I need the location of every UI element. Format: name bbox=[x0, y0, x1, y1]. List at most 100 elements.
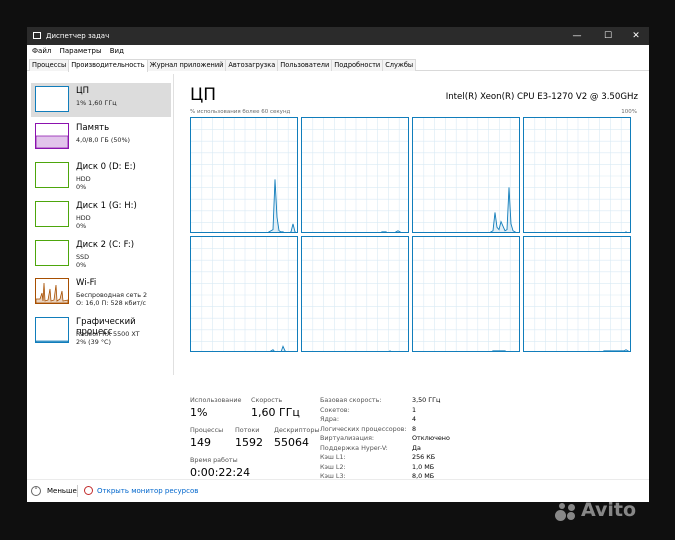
sidebar-item-detail: 4,0/8,0 ГБ (50%) bbox=[76, 136, 131, 144]
core-2-usage-graph bbox=[412, 117, 520, 233]
tab-users[interactable]: Пользователи bbox=[277, 59, 333, 71]
spec-value: 4 bbox=[412, 415, 417, 423]
tab-details[interactable]: Подробности bbox=[331, 59, 384, 71]
disk-2-thumbnail-graph bbox=[35, 240, 69, 266]
sidebar-item-detail: Беспроводная сеть 2 bbox=[76, 291, 148, 299]
sidebar-item-disk-2[interactable]: Диск 2 (C: F:) SSD 0% bbox=[31, 237, 171, 271]
graph-max-label: 100% bbox=[621, 109, 637, 115]
spec-value: 1,0 МБ bbox=[412, 462, 435, 471]
sidebar-item-detail: HDD bbox=[76, 175, 91, 183]
footer-divider bbox=[77, 485, 78, 497]
core-usage-area bbox=[625, 231, 627, 232]
sidebar-item-usage: О: 16,0 П: 528 кбит/с bbox=[76, 299, 147, 307]
cpu-detail-panel: ЦП Intel(R) Xeon(R) CPU E3-1270 V2 @ 3.5… bbox=[185, 71, 649, 481]
tab-app-history[interactable]: Журнал приложений bbox=[146, 59, 227, 71]
sidebar-item-label: Диск 0 (D: E:) bbox=[76, 162, 136, 172]
tab-processes[interactable]: Процессы bbox=[29, 59, 70, 71]
avito-watermark: Avito bbox=[555, 499, 636, 521]
sidebar-item-label: ЦП bbox=[76, 86, 89, 96]
threads-value: 1592 bbox=[235, 436, 263, 449]
wifi-thumbnail-graph bbox=[35, 278, 69, 304]
minimize-button[interactable]: — bbox=[566, 29, 588, 43]
core-7-usage-graph bbox=[523, 236, 631, 352]
core-usage-line bbox=[491, 350, 507, 351]
core-3-usage-graph bbox=[523, 117, 631, 233]
uptime-value: 0:00:22:24 bbox=[190, 466, 251, 479]
gpu-thumbnail-graph bbox=[35, 317, 69, 343]
fewer-details-button[interactable]: Меньше bbox=[47, 487, 77, 495]
sidebar-item-label: Диск 1 (G: H:) bbox=[76, 201, 137, 211]
disk-0-thumbnail-graph bbox=[35, 162, 69, 188]
menu-bar: Файл Параметры Вид bbox=[27, 45, 649, 58]
sidebar-item-gpu[interactable]: Графический процесс Radeon RX 5500 XT 2%… bbox=[31, 314, 171, 348]
menu-options[interactable]: Параметры bbox=[60, 45, 102, 58]
sidebar-item-detail: Radeon RX 5500 XT bbox=[76, 330, 140, 338]
close-button[interactable]: ✕ bbox=[625, 29, 647, 43]
cpu-model-name: Intel(R) Xeon(R) CPU E3-1270 V2 @ 3.50GH… bbox=[445, 92, 638, 102]
core-5-usage-graph bbox=[301, 236, 409, 352]
core-usage-line bbox=[489, 187, 517, 232]
core-usage-line bbox=[624, 231, 628, 232]
core-usage-area bbox=[389, 350, 391, 351]
speed-value: 1,60 ГГц bbox=[251, 406, 300, 419]
processes-label: Процессы bbox=[190, 426, 224, 434]
avito-wordmark: Avito bbox=[581, 499, 637, 521]
sidebar-item-wifi[interactable]: Wi-Fi Беспроводная сеть 2 О: 16,0 П: 528… bbox=[31, 275, 171, 309]
cpu-thumbnail-graph bbox=[35, 86, 69, 112]
sidebar-item-detail: 1% 1,60 ГГц bbox=[76, 99, 117, 107]
open-resource-monitor-link[interactable]: Открыть монитор ресурсов bbox=[97, 487, 198, 495]
sidebar-item-usage: 0% bbox=[76, 222, 87, 230]
spec-value: 8 bbox=[412, 424, 417, 433]
speed-label: Скорость bbox=[251, 396, 283, 404]
title-bar[interactable]: Диспетчер задач — ☐ ✕ bbox=[27, 27, 649, 45]
chevron-up-icon[interactable]: ˄ bbox=[31, 486, 41, 496]
resource-sidebar: ЦП 1% 1,60 ГГц Память 4,0/8,0 ГБ (50%) Д… bbox=[27, 74, 174, 375]
core-usage-line bbox=[269, 345, 287, 351]
memory-thumbnail-graph bbox=[35, 123, 69, 149]
core-usage-area bbox=[492, 350, 506, 351]
spec-key: Логических процессоров: bbox=[320, 424, 407, 433]
menu-view[interactable]: Вид bbox=[110, 45, 124, 58]
cpu-stats: Использование 1% Скорость 1,60 ГГц Проце… bbox=[185, 391, 649, 481]
spec-key: Ядра: bbox=[320, 415, 339, 423]
sidebar-item-detail: SSD bbox=[76, 253, 90, 261]
sidebar-item-label: Wi-Fi bbox=[76, 278, 97, 288]
core-usage-line bbox=[380, 230, 402, 232]
processes-value: 149 bbox=[190, 436, 211, 449]
sidebar-item-label: Диск 2 (C: F:) bbox=[76, 240, 135, 250]
task-manager-window: Диспетчер задач — ☐ ✕ Файл Параметры Вид… bbox=[27, 27, 649, 502]
core-0-usage-graph bbox=[190, 117, 298, 233]
tab-bar: Процессы Производительность Журнал приложе… bbox=[27, 58, 649, 72]
sidebar-item-disk-1[interactable]: Диск 1 (G: H:) HDD 0% bbox=[31, 198, 171, 232]
tab-startup[interactable]: Автозагрузка bbox=[225, 59, 279, 71]
spec-value: Отключено bbox=[412, 434, 450, 442]
spec-key: Сокетов: bbox=[320, 405, 350, 414]
sidebar-item-usage: 0% bbox=[76, 183, 87, 191]
sidebar-item-cpu[interactable]: ЦП 1% 1,60 ГГц bbox=[31, 83, 171, 117]
graph-caption: % использования более 60 секунд bbox=[190, 109, 291, 115]
spec-key: Виртуализация: bbox=[320, 434, 375, 442]
spec-key: Кэш L1: bbox=[320, 453, 346, 461]
sidebar-item-memory[interactable]: Память 4,0/8,0 ГБ (50%) bbox=[31, 120, 171, 154]
resource-monitor-icon bbox=[84, 486, 93, 495]
disk-1-thumbnail-graph bbox=[35, 201, 69, 227]
core-6-usage-graph bbox=[412, 236, 520, 352]
handles-label: Дескрипторы bbox=[274, 426, 320, 434]
spec-key: Базовая скорость: bbox=[320, 396, 382, 404]
spec-value: Да bbox=[412, 443, 421, 452]
maximize-button[interactable]: ☐ bbox=[597, 29, 619, 43]
task-manager-icon bbox=[33, 32, 41, 39]
core-usage-line bbox=[388, 350, 392, 351]
menu-file[interactable]: Файл bbox=[32, 45, 51, 58]
uptime-label: Время работы bbox=[190, 456, 238, 464]
sidebar-item-label: Память bbox=[76, 123, 110, 133]
sidebar-item-disk-0[interactable]: Диск 0 (D: E:) HDD 0% bbox=[31, 159, 171, 193]
sidebar-item-detail: HDD bbox=[76, 214, 91, 222]
tab-services[interactable]: Службы bbox=[382, 59, 417, 71]
core-usage-area bbox=[381, 230, 401, 232]
spec-value: 3,50 ГГц bbox=[412, 396, 441, 404]
core-usage-area bbox=[490, 187, 516, 232]
sidebar-item-usage: 2% (39 °C) bbox=[76, 338, 111, 346]
avito-logo-icon bbox=[555, 501, 579, 521]
threads-label: Потоки bbox=[235, 426, 260, 434]
